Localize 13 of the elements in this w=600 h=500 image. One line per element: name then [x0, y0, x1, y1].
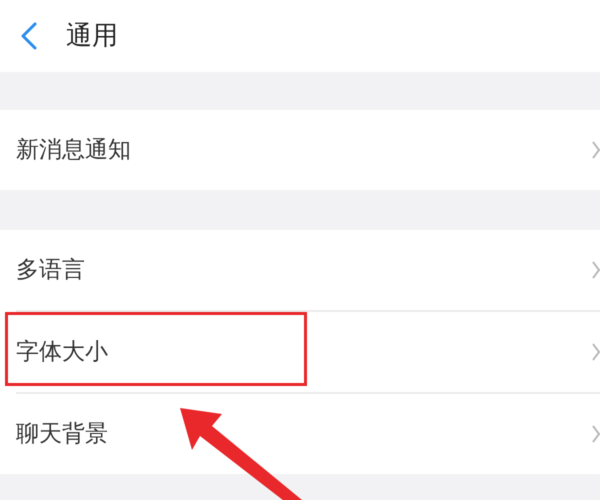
settings-row[interactable]: 聊天背景	[0, 394, 600, 474]
settings-row[interactable]: 字体大小	[0, 312, 600, 392]
row-label: 聊天背景	[16, 420, 108, 449]
page-title: 通用	[66, 20, 118, 52]
chevron-icon	[592, 260, 600, 280]
row-label: 字体大小	[16, 338, 108, 367]
settings-row[interactable]: 新消息通知	[0, 110, 600, 190]
row-label: 新消息通知	[16, 136, 131, 165]
chevron-icon	[592, 140, 600, 160]
chevron-icon	[592, 342, 600, 362]
chevron-icon	[592, 424, 600, 444]
settings-row[interactable]: 多语言	[0, 230, 600, 310]
row-label: 多语言	[16, 256, 85, 285]
